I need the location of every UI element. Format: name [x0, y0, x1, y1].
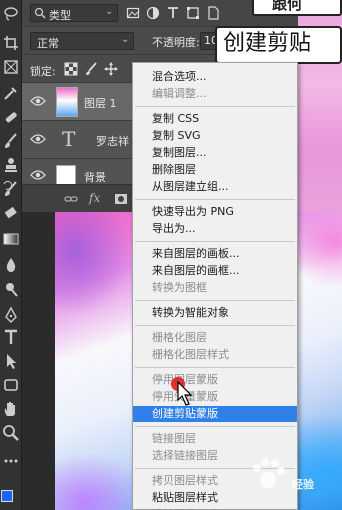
watermark: 经验 [240, 452, 342, 510]
lock-move-icon[interactable] [104, 62, 118, 76]
frame-tool-icon[interactable] [2, 58, 20, 76]
dodge-tool-icon[interactable] [2, 280, 20, 298]
rectangle-tool-icon[interactable] [2, 376, 20, 394]
menu-separator [135, 325, 295, 326]
menu-item[interactable]: 复制 CSS [133, 111, 297, 127]
clone-stamp-icon[interactable] [2, 156, 20, 174]
menu-separator [135, 241, 295, 242]
eye-icon[interactable] [30, 95, 46, 107]
layer-name[interactable]: 背景 [84, 169, 106, 184]
layer-filter-label: 类型 [49, 9, 71, 22]
path-selection-icon[interactable] [2, 352, 20, 370]
menu-item[interactable]: 来自图层的画框... [133, 263, 297, 279]
foreground-color-swatch[interactable] [1, 490, 13, 502]
menu-separator [135, 367, 295, 368]
eye-icon[interactable] [30, 169, 46, 181]
paw-logo-icon [253, 458, 285, 488]
lock-brush-icon[interactable] [84, 62, 98, 76]
type-tool-icon[interactable] [2, 328, 20, 346]
zoom-tool-icon[interactable] [2, 424, 20, 442]
search-icon [34, 7, 46, 22]
layer-thumbnail [56, 165, 76, 184]
menu-item: 栅格化图层样式 [152, 348, 229, 361]
menu-item: 链接图层 [152, 432, 196, 445]
lock-label: 锁定: [30, 65, 56, 78]
crop-tool-icon[interactable] [2, 34, 20, 52]
layer-filter-dropdown[interactable]: 类型 ⌄ [30, 4, 118, 22]
image-filter-icon[interactable] [126, 6, 140, 20]
menu-item: 转换为图框 [152, 281, 207, 294]
chevron-down-icon: ⌄ [121, 34, 130, 45]
menu-item[interactable]: 转换为智能对象 [133, 305, 297, 321]
lock-pixels-icon[interactable] [64, 62, 78, 76]
hand-tool-icon[interactable] [2, 400, 20, 418]
overlay-caption: 创建剪贴 [215, 26, 342, 64]
pen-tool-icon[interactable] [2, 306, 20, 324]
menu-item[interactable]: 混合选项... [133, 69, 297, 85]
overlay-caption-top: 跟何 [252, 0, 342, 16]
menu-separator [135, 426, 295, 427]
history-brush-icon[interactable] [2, 180, 20, 198]
mouse-cursor-icon [176, 380, 196, 408]
opacity-label: 不透明度: [152, 36, 200, 49]
fx-icon[interactable]: fx [89, 191, 100, 205]
eyedropper-tool-icon[interactable] [2, 84, 20, 102]
menu-item[interactable]: 导出为... [133, 221, 297, 237]
link-layers-icon[interactable] [64, 192, 78, 206]
menu-item[interactable]: 来自图层的画板... [133, 246, 297, 262]
shape-filter-icon[interactable] [186, 6, 200, 20]
layer-context-menu: 混合选项... 编辑调整... 复制 CSS 复制 SVG 复制图层... 删除图层 从图层… [132, 62, 298, 510]
text-filter-icon[interactable] [166, 6, 180, 20]
blend-mode-value: 正常 [37, 37, 59, 50]
eye-icon[interactable] [30, 133, 46, 145]
mask-icon[interactable] [114, 192, 128, 206]
menu-item: 停用图层蒙版 [152, 373, 218, 386]
menu-item: 停用矢量蒙版 [133, 389, 297, 405]
menu-item: 编辑调整... [152, 87, 207, 100]
layer-name[interactable]: 罗志祥 [96, 133, 129, 149]
menu-item[interactable]: 快速导出为 PNG [133, 204, 297, 220]
tools-bar [0, 0, 22, 510]
menu-separator [135, 106, 295, 107]
menu-item[interactable]: 复制图层... [133, 145, 297, 161]
chevron-down-icon: ⌄ [105, 6, 114, 17]
menu-item: 栅格化图层 [152, 331, 207, 344]
layer-name[interactable]: 图层 1 [84, 95, 117, 111]
lasso-tool-icon[interactable] [2, 4, 20, 22]
adjustment-filter-icon[interactable] [146, 6, 160, 20]
blur-tool-icon[interactable] [2, 256, 20, 274]
watermark-text: 经验 [292, 478, 314, 491]
blend-mode-dropdown[interactable]: 正常 ⌄ [30, 32, 134, 50]
menu-item-create-clipping-mask[interactable]: 创建剪贴蒙版 [133, 406, 297, 422]
text-layer-thumbnail: T [62, 127, 76, 151]
smart-object-filter-icon[interactable] [206, 6, 220, 20]
menu-item[interactable]: 从图层建立组... [133, 179, 297, 195]
menu-separator [135, 199, 295, 200]
menu-item[interactable]: 复制 SVG [133, 128, 297, 144]
eraser-tool-icon[interactable] [2, 204, 20, 222]
gradient-tool-icon[interactable] [2, 230, 20, 248]
healing-brush-icon[interactable] [2, 108, 20, 126]
layer-thumbnail [56, 87, 78, 117]
menu-separator [135, 300, 295, 301]
more-tools-icon[interactable] [2, 452, 20, 470]
menu-item[interactable]: 删除图层 [133, 162, 297, 178]
brush-tool-icon[interactable] [2, 132, 20, 150]
